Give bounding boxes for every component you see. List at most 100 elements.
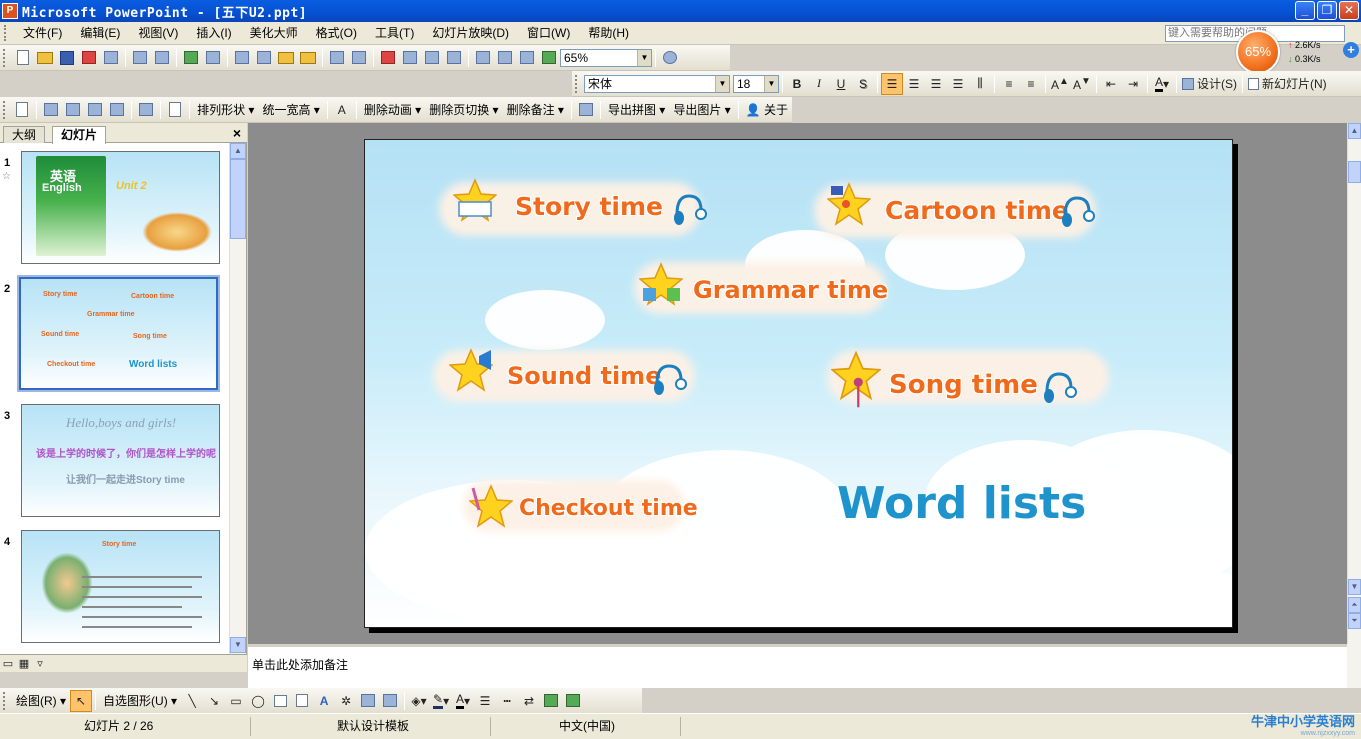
align-left-button[interactable]: ☰ <box>881 72 903 95</box>
tab-slides[interactable]: 幻灯片 <box>52 126 107 144</box>
song-time-link[interactable]: Song time <box>889 370 1038 400</box>
format-painter-button[interactable] <box>297 47 319 69</box>
slide-thumbnail-3[interactable]: Hello,boys and girls! 该是上学的时候了，你们是怎样上学的呢… <box>21 404 220 517</box>
font-name-select[interactable]: 宋体 ▼ <box>584 74 730 93</box>
word-lists-link[interactable]: Word lists <box>837 478 1086 529</box>
scrollbar-thumb[interactable] <box>230 159 246 239</box>
headphones-icon[interactable] <box>671 190 707 228</box>
story-time-link[interactable]: Story time <box>515 192 663 221</box>
scroll-down-icon[interactable]: ▼ <box>230 637 246 653</box>
grammar-time-link[interactable]: Grammar time <box>693 276 888 304</box>
plugin-new-button[interactable] <box>11 99 33 121</box>
save-button[interactable] <box>56 47 78 69</box>
bullets-button[interactable]: ≡ <box>1020 73 1042 95</box>
restore-button[interactable]: ❐ <box>1317 1 1337 20</box>
slide-scrollbar[interactable]: ▲ ▼ ⏶ ⏷ <box>1347 123 1361 644</box>
justify-button[interactable]: ☰ <box>947 73 969 95</box>
toolbar-grip[interactable] <box>3 48 9 67</box>
paste-button[interactable] <box>275 47 297 69</box>
export-image-button[interactable]: 导出图片 ▾ <box>669 101 734 118</box>
toolbar-grip[interactable] <box>3 100 8 119</box>
menu-insert[interactable]: 插入(I) <box>187 22 240 45</box>
print-button[interactable] <box>129 47 151 69</box>
menu-tools[interactable]: 工具(T) <box>366 22 423 45</box>
open-button[interactable] <box>34 47 56 69</box>
headphones-icon[interactable] <box>1041 368 1077 406</box>
menu-format[interactable]: 格式(O) <box>307 22 366 45</box>
cartoon-time-link[interactable]: Cartoon time <box>885 196 1069 225</box>
copy-button[interactable] <box>253 47 275 69</box>
color-grayscale-button[interactable] <box>538 47 560 69</box>
notes-scrollbar[interactable] <box>1347 644 1361 688</box>
diagram-button[interactable]: ✲ <box>335 690 357 712</box>
align-center-button[interactable]: ☰ <box>903 73 925 95</box>
shadow-style-button[interactable] <box>540 690 562 712</box>
insert-chart-button[interactable] <box>377 47 399 69</box>
about-button[interactable]: 👤 关于 <box>742 101 792 118</box>
draw-menu-button[interactable]: 绘图(R) ▾ <box>12 692 70 709</box>
checkout-time-link[interactable]: Checkout time <box>519 496 698 521</box>
line-button[interactable]: ╲ <box>181 690 203 712</box>
delete-transition-button[interactable]: 删除页切换 ▾ <box>425 101 502 118</box>
underline-button[interactable]: U <box>830 73 852 95</box>
current-slide[interactable]: Story time Cartoon time Grammar time Sou… <box>364 139 1233 628</box>
close-panel-icon[interactable]: × <box>233 125 241 141</box>
menu-beautify-master[interactable]: 美化大师 <box>241 22 307 45</box>
numbering-button[interactable]: ≡ <box>998 73 1020 95</box>
insert-table-button[interactable] <box>399 47 421 69</box>
scrollbar-thumb[interactable] <box>1348 161 1361 183</box>
font-size-select[interactable]: 18 ▼ <box>733 74 779 93</box>
menu-grip[interactable] <box>4 25 14 41</box>
menu-slideshow[interactable]: 幻灯片放映(D) <box>423 22 518 45</box>
design-button[interactable]: 设计(S) <box>1180 73 1239 95</box>
clipart-button[interactable] <box>357 690 379 712</box>
slide-thumbnail-4[interactable]: Story time <box>21 530 220 643</box>
decrease-font-button[interactable]: A▼ <box>1071 73 1093 95</box>
headphones-icon[interactable] <box>651 360 687 398</box>
menu-edit[interactable]: 编辑(E) <box>71 22 129 45</box>
minimize-button[interactable]: _ <box>1295 1 1315 20</box>
bold-button[interactable]: B <box>786 73 808 95</box>
slide-thumbnail-2[interactable]: Story time Cartoon time Grammar time Sou… <box>17 275 220 392</box>
arrow-style-button[interactable]: ⇄ <box>518 690 540 712</box>
sound-time-link[interactable]: Sound time <box>507 362 661 390</box>
line-color-button[interactable]: ✎ ▾ <box>430 690 452 712</box>
delete-notes-button[interactable]: 删除备注 ▾ <box>503 101 568 118</box>
increase-indent-button[interactable]: ⇥ <box>1122 73 1144 95</box>
tables-borders-button[interactable] <box>421 47 443 69</box>
wordart-button[interactable]: A <box>313 690 335 712</box>
show-grid-button[interactable] <box>516 47 538 69</box>
thumbnail-scrollbar[interactable]: ▲ ▼ <box>229 143 246 654</box>
textbox-button[interactable] <box>269 690 291 712</box>
spelling-button[interactable] <box>180 47 202 69</box>
unify-size-button[interactable]: 统一宽高 ▾ <box>258 101 323 118</box>
menu-file[interactable]: 文件(F) <box>14 22 71 45</box>
slideshow-view-icon[interactable]: ▿ <box>32 656 48 672</box>
draw-font-color-button[interactable]: A ▾ <box>452 690 474 712</box>
plugin-tool2-button[interactable] <box>62 99 84 121</box>
plugin-tool6-button[interactable] <box>164 99 186 121</box>
arrow-button[interactable]: ↘ <box>203 690 225 712</box>
dash-style-button[interactable]: ┅ <box>496 690 518 712</box>
decrease-indent-button[interactable]: ⇤ <box>1100 73 1122 95</box>
scroll-up-icon[interactable]: ▲ <box>1348 123 1361 139</box>
print-preview-button[interactable] <box>151 47 173 69</box>
oval-button[interactable]: ◯ <box>247 690 269 712</box>
cut-button[interactable] <box>231 47 253 69</box>
network-usage-gauge[interactable]: 65% <box>1236 30 1280 74</box>
plugin-tool3-button[interactable] <box>84 99 106 121</box>
zoom-select[interactable]: 65% ▼ <box>560 48 652 67</box>
shadow-button[interactable]: S <box>852 73 874 95</box>
new-document-button[interactable] <box>12 47 34 69</box>
help-button[interactable] <box>659 47 681 69</box>
menu-view[interactable]: 视图(V) <box>129 22 187 45</box>
menu-window[interactable]: 窗口(W) <box>518 22 579 45</box>
autoshapes-button[interactable]: 自选图形(U) ▾ <box>99 692 181 709</box>
rectangle-button[interactable]: ▭ <box>225 690 247 712</box>
font-tool-button[interactable]: A <box>331 99 353 121</box>
tab-outline[interactable]: 大纲 <box>3 126 46 143</box>
scroll-up-icon[interactable]: ▲ <box>230 143 246 159</box>
menu-help[interactable]: 帮助(H) <box>579 22 638 45</box>
font-color-button[interactable]: A ▾ <box>1151 73 1173 95</box>
email-button[interactable] <box>100 47 122 69</box>
